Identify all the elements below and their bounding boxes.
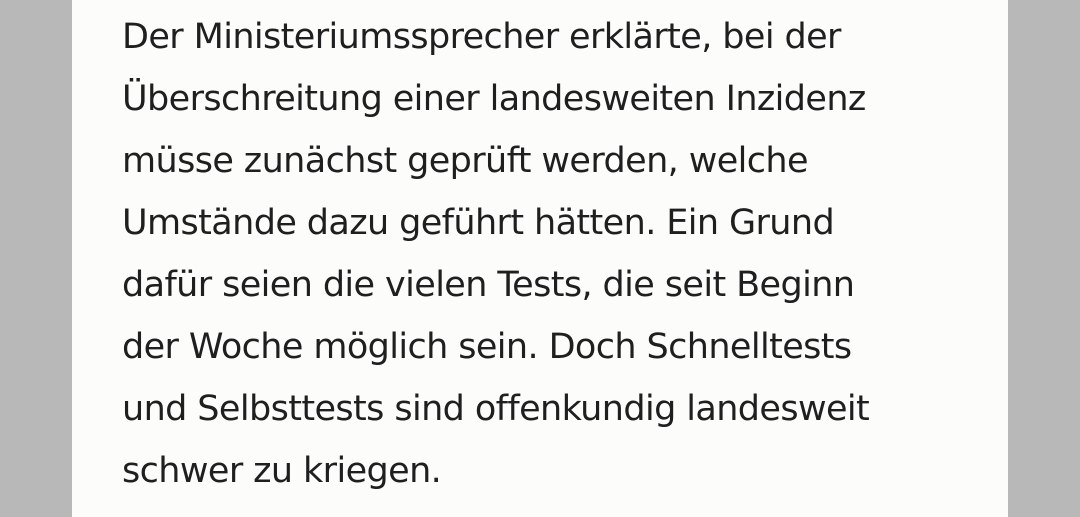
paragraph-line: schwer zu kriegen. <box>122 451 442 491</box>
paragraph-line: und Selbsttests sind offenkundig landesw… <box>122 389 870 429</box>
paragraph-line: dafür seien die vielen Tests, die seit B… <box>122 265 855 305</box>
article-page: Der Ministeriumssprecher erklärte, bei d… <box>72 0 1008 517</box>
paragraph-line: Umstände dazu geführt hätten. Ein Grund <box>122 203 835 243</box>
paragraph-line: Überschreitung einer landesweiten Inzide… <box>122 79 866 119</box>
paragraph-line: Der Ministeriumssprecher erklärte, bei d… <box>122 17 841 57</box>
paragraph-line: der Woche möglich sein. Doch Schnelltest… <box>122 327 852 367</box>
article-paragraph: Der Ministeriumssprecher erklärte, bei d… <box>122 6 1002 502</box>
paragraph-line: müsse zunächst geprüft werden, welche <box>122 141 809 181</box>
